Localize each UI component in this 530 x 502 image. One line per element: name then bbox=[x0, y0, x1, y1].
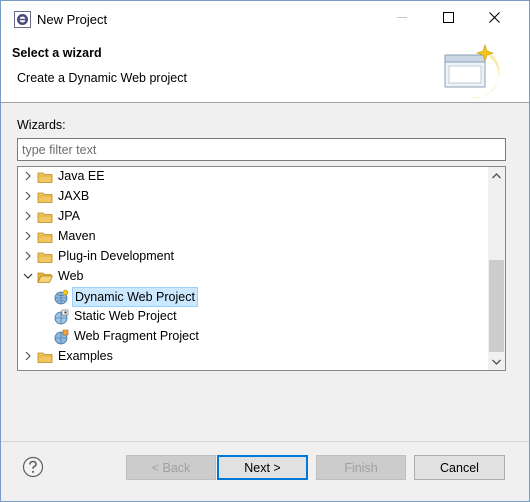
tree-item-label: Plug-in Development bbox=[58, 249, 175, 263]
tree-item-java-ee[interactable]: Java EE bbox=[18, 167, 488, 187]
folder-icon bbox=[37, 192, 53, 203]
tree-item-label: Web Fragment Project bbox=[74, 329, 199, 343]
folder-icon bbox=[37, 252, 53, 263]
scroll-down-button[interactable] bbox=[488, 353, 505, 370]
back-button[interactable]: < Back bbox=[126, 455, 216, 480]
wizard-banner: Select a wizard Create a Dynamic Web pro… bbox=[1, 37, 529, 103]
button-bar-separator bbox=[1, 441, 529, 442]
finish-button[interactable]: Finish bbox=[316, 455, 406, 480]
folder-icon bbox=[37, 172, 53, 183]
tree-item-label: Maven bbox=[58, 229, 96, 243]
new-project-dialog: New Project Select a wizard Create a Dyn… bbox=[0, 0, 530, 502]
folder-icon bbox=[37, 352, 53, 363]
tree-item-maven[interactable]: Maven bbox=[18, 227, 488, 247]
wizard-tree: Java EE JAXB JPA Maven Plug-in Developme… bbox=[17, 166, 506, 371]
scroll-thumb[interactable] bbox=[489, 260, 504, 352]
new-wizard-graphic-icon bbox=[444, 44, 500, 98]
chevron-down-icon bbox=[492, 359, 501, 365]
chevron-up-icon bbox=[492, 172, 501, 178]
minimize-button[interactable] bbox=[379, 1, 425, 34]
chevron-right-icon[interactable] bbox=[22, 190, 34, 202]
filter-input[interactable] bbox=[17, 138, 506, 161]
tree-item-label: JAXB bbox=[58, 189, 90, 203]
tree-item-label: Dynamic Web Project bbox=[72, 287, 198, 307]
tree-item-static-web-project[interactable]: Static Web Project bbox=[18, 307, 488, 327]
maximize-button[interactable] bbox=[425, 1, 471, 34]
minimize-icon bbox=[396, 17, 407, 18]
tree-item-label: Web bbox=[58, 269, 84, 283]
tree-item-examples[interactable]: Examples bbox=[18, 347, 488, 367]
chevron-right-icon[interactable] bbox=[22, 210, 34, 222]
folder-icon bbox=[37, 212, 53, 223]
wizards-label: Wizards: bbox=[17, 118, 66, 132]
tree-item-plug-in-development[interactable]: Plug-in Development bbox=[18, 247, 488, 267]
chevron-down-icon[interactable] bbox=[22, 270, 34, 282]
tree-item-label: Java EE bbox=[58, 169, 105, 183]
chevron-right-icon[interactable] bbox=[22, 250, 34, 262]
tree-item-label: Static Web Project bbox=[74, 309, 177, 323]
eclipse-app-icon bbox=[14, 11, 31, 28]
tree-item-dynamic-web-project[interactable]: Dynamic Web Project bbox=[18, 287, 488, 307]
close-button[interactable] bbox=[471, 1, 517, 34]
maximize-icon bbox=[442, 12, 454, 23]
tree-item-web[interactable]: Web bbox=[18, 267, 488, 287]
tree-item-label: JPA bbox=[58, 209, 80, 223]
banner-description: Create a Dynamic Web project bbox=[17, 71, 187, 85]
tree-item-jpa[interactable]: JPA bbox=[18, 207, 488, 227]
window-title: New Project bbox=[37, 12, 108, 27]
folder-icon bbox=[37, 232, 53, 243]
dynamic-web-project-icon bbox=[54, 289, 69, 305]
title-bar[interactable]: New Project bbox=[1, 1, 529, 37]
folder-open-icon bbox=[37, 272, 53, 283]
tree-item-jaxb[interactable]: JAXB bbox=[18, 187, 488, 207]
scroll-up-button[interactable] bbox=[488, 167, 505, 184]
banner-title: Select a wizard bbox=[12, 46, 102, 60]
cancel-button[interactable]: Cancel bbox=[414, 455, 505, 480]
tree-scrollbar[interactable] bbox=[488, 167, 505, 370]
help-icon[interactable] bbox=[22, 456, 44, 478]
static-web-project-icon bbox=[54, 309, 69, 325]
next-button[interactable]: Next > bbox=[217, 455, 308, 480]
web-fragment-project-icon bbox=[54, 329, 69, 345]
close-icon bbox=[488, 12, 500, 23]
chevron-right-icon[interactable] bbox=[22, 230, 34, 242]
chevron-right-icon[interactable] bbox=[22, 170, 34, 182]
chevron-right-icon[interactable] bbox=[22, 350, 34, 362]
tree-item-label: Examples bbox=[58, 349, 113, 363]
tree-item-web-fragment-project[interactable]: Web Fragment Project bbox=[18, 327, 488, 347]
